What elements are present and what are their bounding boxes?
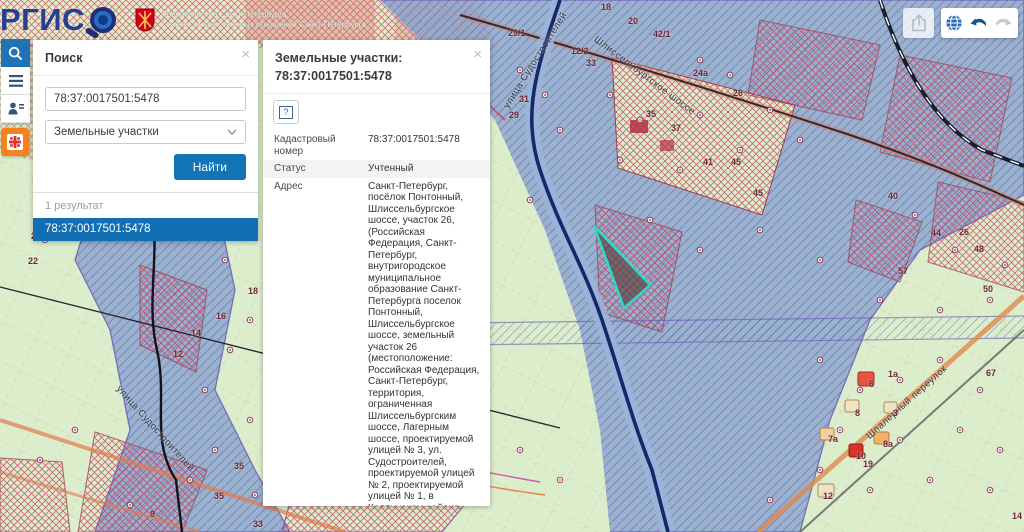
result-item-selected[interactable]: 78:37:0017501:5478 (33, 218, 258, 241)
search-panel-titlebar: Поиск × (33, 40, 258, 76)
globe-icon (945, 14, 963, 32)
question-mark-icon: ? (279, 106, 292, 119)
export-button[interactable] (903, 8, 934, 38)
rgis-app: Шлиссельбургское шоссеулица Судостроител… (0, 0, 1024, 532)
search-panel-title: Поиск (45, 51, 83, 65)
sidebar-search-button[interactable] (1, 39, 30, 67)
find-button[interactable]: Найти (174, 154, 246, 180)
forward-button[interactable] (991, 8, 1016, 38)
identify-tool-button[interactable]: ? (273, 100, 299, 124)
forward-arrow-icon (994, 16, 1013, 31)
overview-globe-button[interactable] (941, 8, 966, 38)
back-button[interactable] (966, 8, 991, 38)
info-panel-titlebar: Земельные участки: 78:37:0017501:5478 × (263, 40, 490, 94)
menu-icon (9, 75, 23, 87)
back-arrow-icon (969, 16, 988, 31)
parcel-info-panel: Земельные участки: 78:37:0017501:5478 × … (263, 40, 490, 506)
attribute-table: Кадастровый номер78:37:0017501:5478 Стат… (263, 131, 490, 506)
sidebar-layers-menu-button[interactable] (1, 67, 30, 95)
app-header: РГИС Правительство Санкт-Петербурга Коми… (0, 2, 366, 44)
search-input[interactable] (45, 87, 246, 111)
export-icon (911, 14, 927, 32)
table-row: АдресСанкт-Петербург, посёлок Понтонный,… (263, 178, 490, 507)
sidebar (1, 39, 30, 156)
table-row: СтатусУчтенный (263, 160, 490, 178)
user-list-icon (8, 102, 24, 115)
category-select-value: Земельные участки (54, 126, 159, 138)
info-panel-toolbar: ? (263, 94, 490, 131)
chevron-down-icon (227, 129, 237, 135)
rgis-logo: РГИС (0, 2, 85, 38)
table-row: Кадастровый номер78:37:0017501:5478 (263, 131, 490, 160)
results-count: 1 результат (33, 192, 258, 218)
org-line-2: Комитет имущественных отношений Санкт-Пе… (161, 20, 366, 30)
sidebar-user-button[interactable] (1, 95, 30, 123)
search-icon (8, 46, 23, 61)
legend-emblem-icon (7, 134, 23, 150)
spb-coat-of-arms-icon (135, 8, 155, 32)
info-panel-title: Земельные участки: 78:37:0017501:5478 (275, 51, 402, 83)
org-line-1: Правительство Санкт-Петербурга (161, 10, 366, 20)
magnifier-logo-icon (81, 4, 121, 44)
org-title: Правительство Санкт-Петербурга Комитет и… (161, 10, 366, 30)
close-icon[interactable]: × (241, 47, 250, 62)
sidebar-legend-button[interactable] (1, 128, 29, 156)
search-panel: Поиск × Земельные участки Найти 1 резуль… (33, 40, 258, 241)
category-select[interactable]: Земельные участки (45, 120, 246, 144)
close-icon[interactable]: × (473, 47, 482, 62)
search-form: Земельные участки Найти (33, 76, 258, 180)
map-nav-toolbar (941, 8, 1018, 38)
